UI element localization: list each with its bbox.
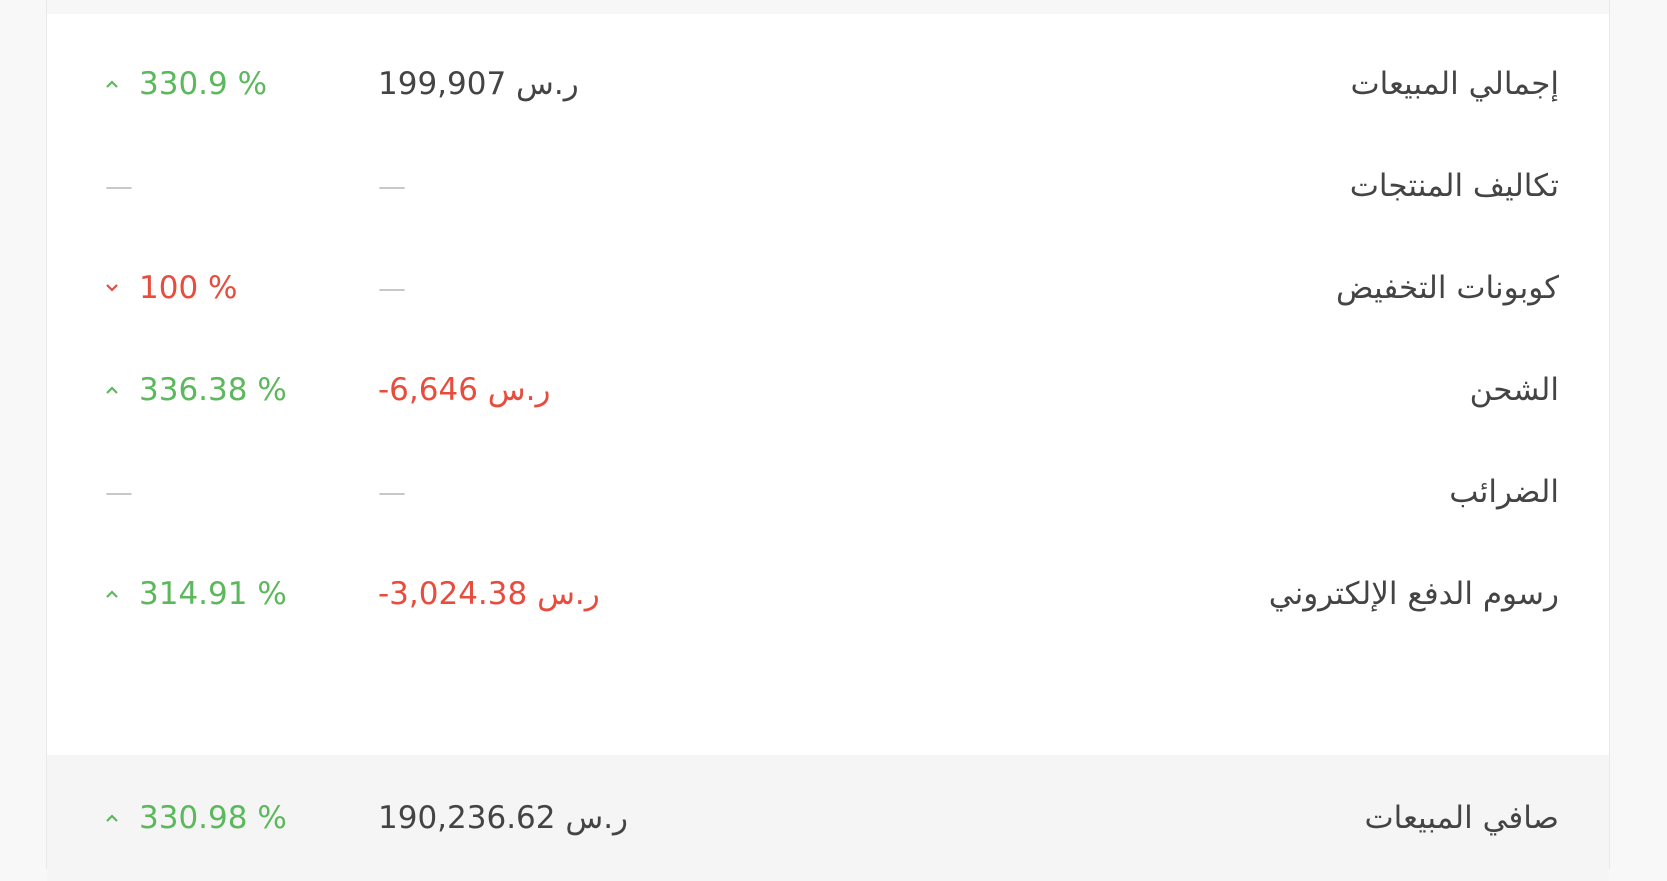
row-change: — [105, 475, 133, 509]
row-change: — [105, 169, 133, 203]
chevron-up-icon [105, 813, 127, 823]
total-change: 330.98 % [105, 800, 287, 836]
total-value: 190,236.62 ر.س [378, 800, 629, 836]
row-change-value: 330.9 % [139, 66, 268, 102]
row-change-value: 100 % [139, 270, 238, 306]
row-label: تكاليف المنتجات [1349, 168, 1559, 204]
chevron-down-icon [105, 283, 127, 293]
row-label: الضرائب [1449, 474, 1559, 510]
summary-row-gross-sales: إجمالي المبيعات 199,907 ر.س 330.9 % [47, 34, 1609, 134]
row-label: الشحن [1469, 372, 1559, 408]
row-change: 336.38 % [105, 372, 287, 408]
row-value: 199,907 ر.س [378, 66, 579, 102]
row-value: — [378, 169, 406, 203]
row-value: — [378, 271, 406, 305]
summary-row-product-costs: تكاليف المنتجات — — [47, 136, 1609, 236]
row-value: — [378, 475, 406, 509]
row-change: 100 % [105, 270, 237, 306]
summary-row-net-sales: صافي المبيعات 190,236.62 ر.س 330.98 % [47, 755, 1609, 881]
row-change: 330.9 % [105, 66, 267, 102]
summary-row-taxes: الضرائب — — [47, 442, 1609, 542]
chevron-up-icon [105, 79, 127, 89]
row-label: إجمالي المبيعات [1350, 66, 1559, 102]
chevron-up-icon [105, 589, 127, 599]
summary-row-shipping: الشحن -6,646 ر.س 336.38 % [47, 340, 1609, 440]
summary-row-payment-fees: رسوم الدفع الإلكتروني -3,024.38 ر.س 314.… [47, 544, 1609, 644]
row-change-value: 336.38 % [139, 372, 287, 408]
chevron-up-icon [105, 385, 127, 395]
row-label: كوبونات التخفيض [1336, 270, 1559, 306]
row-change: 314.91 % [105, 576, 287, 612]
row-label: رسوم الدفع الإلكتروني [1268, 576, 1559, 612]
sales-summary-card: إجمالي المبيعات 199,907 ر.س 330.9 % تكال… [46, 0, 1610, 881]
card-top-strip [47, 0, 1609, 14]
total-label: صافي المبيعات [1364, 800, 1559, 836]
row-change-value: 314.91 % [139, 576, 287, 612]
row-value: -3,024.38 ر.س [378, 576, 600, 612]
total-change-value: 330.98 % [139, 800, 287, 836]
row-value: -6,646 ر.س [378, 372, 551, 408]
summary-row-discount-coupons: كوبونات التخفيض — 100 % [47, 238, 1609, 338]
